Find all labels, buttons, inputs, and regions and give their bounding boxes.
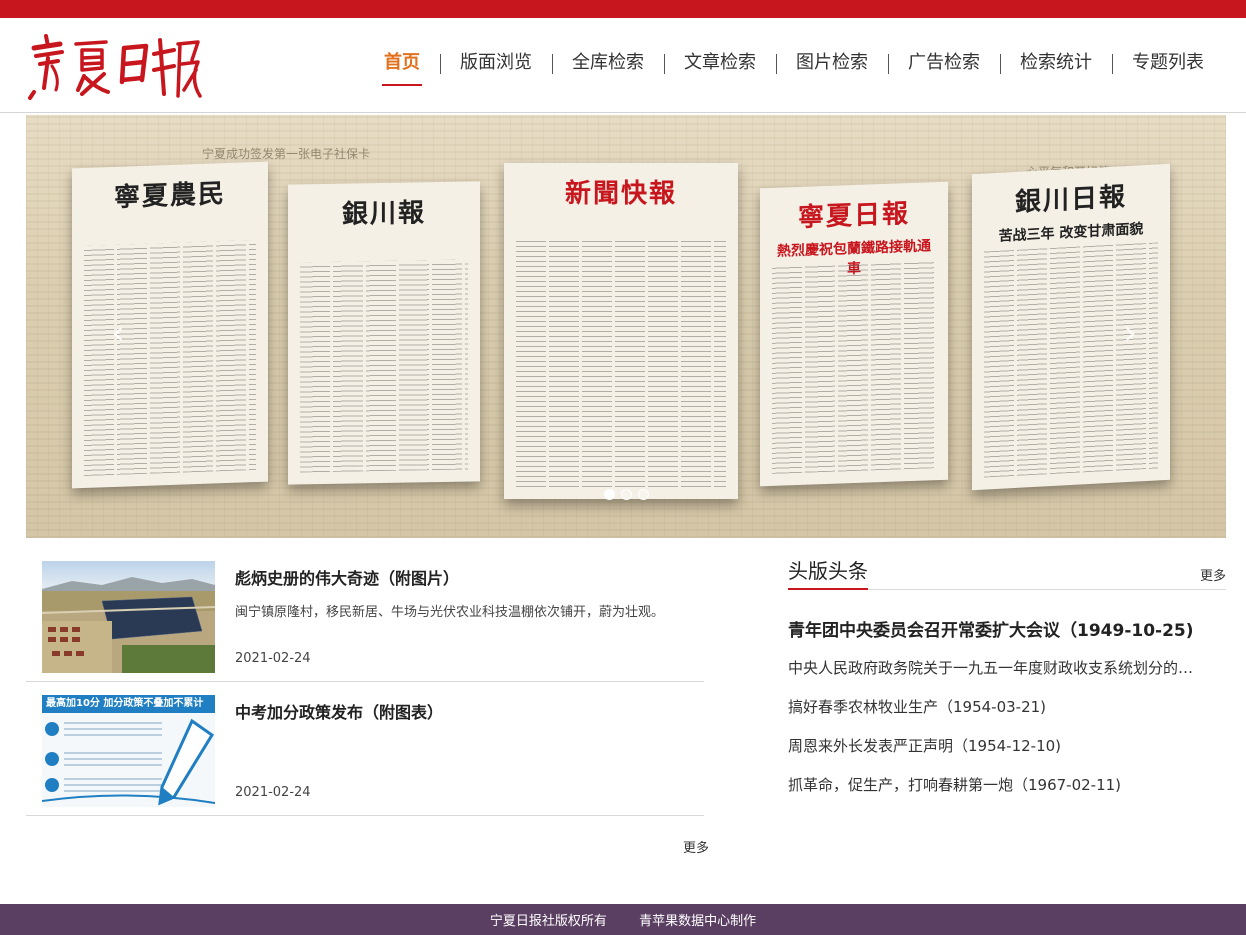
- news-date: 2021-02-24: [235, 785, 311, 800]
- news-thumbnail[interactable]: 最高加10分 加分政策不叠加不累计: [42, 695, 215, 807]
- maker-credit: 青苹果数据中心制作: [639, 914, 757, 929]
- nav-item-search-stats[interactable]: 检索统计: [1000, 46, 1112, 80]
- newspaper-masthead: 寧夏農民: [113, 179, 226, 213]
- front-page-headlines: 头版头条 更多 青年团中央委员会召开常委扩大会议（1949-10-25) 中央人…: [788, 556, 1226, 813]
- nav-item-ad-search[interactable]: 广告检索: [888, 46, 1000, 80]
- carousel-prev-button[interactable]: ‹: [106, 315, 130, 351]
- news-summary: 闽宁镇原隆村，移民新居、牛场与光伏农业科技温棚依次铺开，蔚为壮观。: [235, 605, 665, 620]
- nav-item-home[interactable]: 首页: [364, 46, 440, 86]
- carousel-indicators: [604, 489, 649, 500]
- thumbnail-caption: 最高加10分 加分政策不叠加不累计: [42, 695, 215, 713]
- list-item[interactable]: 最高加10分 加分政策不叠加不累计 中考加分政策发布（附图表） 2021-02-…: [26, 682, 704, 816]
- background-headline: 宁夏成功签发第一张电子社保卡: [202, 147, 371, 161]
- nav-item-article-search[interactable]: 文章检索: [664, 46, 776, 80]
- carousel-next-button[interactable]: ›: [1118, 315, 1142, 351]
- newspaper-image[interactable]: 新聞快報: [504, 163, 738, 499]
- main-nav: 首页 版面浏览 全库检索 文章检索 图片检索 广告检索 检索统计 专题列表: [364, 46, 1224, 86]
- nav-item-topic-list[interactable]: 专题列表: [1112, 46, 1224, 80]
- section-title-text: 头版头条: [788, 556, 868, 590]
- newspaper-masthead: 銀川報: [341, 198, 426, 230]
- copyright-text: 宁夏日报社版权所有: [489, 914, 607, 929]
- newspaper-image[interactable]: 寧夏農民: [72, 161, 268, 489]
- logo-calligraphy-icon: [28, 34, 202, 100]
- newspaper-headline: 苦战三年 改变甘肃面貌: [998, 221, 1144, 245]
- news-date: 2021-02-24: [235, 651, 311, 666]
- nav-item-full-search[interactable]: 全库检索: [552, 46, 664, 80]
- hero-carousel[interactable]: 宁夏成功签发第一张电子社保卡 心平气和开好第一把车 寧夏農民 銀川報 新聞快報 …: [26, 115, 1226, 538]
- carousel-dot[interactable]: [638, 489, 649, 500]
- news-list: 彪炳史册的伟大奇迹（附图片） 闽宁镇原隆村，移民新居、牛场与光伏农业科技温棚依次…: [26, 548, 704, 816]
- newspaper-masthead: 銀川日報: [1014, 182, 1127, 218]
- headlines-more-link[interactable]: 更多: [1200, 562, 1226, 592]
- news-more-link[interactable]: 更多: [683, 837, 709, 856]
- list-item[interactable]: 搞好春季农林牧业生产（1954-03-21): [788, 696, 1206, 735]
- newspaper-masthead: 新聞快報: [564, 179, 677, 209]
- aerial-village-image: [42, 561, 215, 673]
- newspaper-image[interactable]: 銀川報: [288, 181, 480, 485]
- chevron-left-icon: ‹: [111, 313, 125, 353]
- newspaper-image[interactable]: 寧夏日報 熱烈慶祝包蘭鐵路接軌通車: [760, 181, 948, 487]
- news-title[interactable]: 中考加分政策发布（附图表）: [235, 699, 443, 723]
- carousel-dot[interactable]: [621, 489, 632, 500]
- nav-item-image-search[interactable]: 图片检索: [776, 46, 888, 80]
- list-item[interactable]: 抓革命，促生产，打响春耕第一炮（1967-02-11): [788, 774, 1206, 813]
- list-item[interactable]: 周恩来外长发表严正声明（1954-12-10): [788, 735, 1206, 774]
- nav-item-page-browse[interactable]: 版面浏览: [440, 46, 552, 80]
- chevron-right-icon: ›: [1123, 313, 1137, 353]
- news-title[interactable]: 彪炳史册的伟大奇迹（附图片）: [235, 565, 459, 589]
- pencil-infographic-image: [42, 718, 215, 806]
- top-accent-bar: [0, 0, 1246, 18]
- newspaper-masthead: 寧夏日報: [797, 199, 910, 233]
- lead-headline-link[interactable]: 青年团中央委员会召开常委扩大会议（1949-10-25): [788, 616, 1226, 641]
- list-item[interactable]: 中央人民政府政务院关于一九五一年度财政收支系统划分的决定: [788, 657, 1206, 696]
- section-title: 头版头条 更多: [788, 556, 1226, 590]
- list-item[interactable]: 彪炳史册的伟大奇迹（附图片） 闽宁镇原隆村，移民新居、牛场与光伏农业科技温棚依次…: [26, 548, 704, 682]
- news-thumbnail[interactable]: [42, 561, 215, 673]
- carousel-dot[interactable]: [604, 489, 615, 500]
- site-logo[interactable]: [26, 30, 202, 102]
- site-footer: 宁夏日报社版权所有 青苹果数据中心制作: [0, 904, 1246, 935]
- headline-list: 中央人民政府政务院关于一九五一年度财政收支系统划分的决定 搞好春季农林牧业生产（…: [788, 657, 1226, 813]
- site-header: 首页 版面浏览 全库检索 文章检索 图片检索 广告检索 检索统计 专题列表: [0, 18, 1246, 113]
